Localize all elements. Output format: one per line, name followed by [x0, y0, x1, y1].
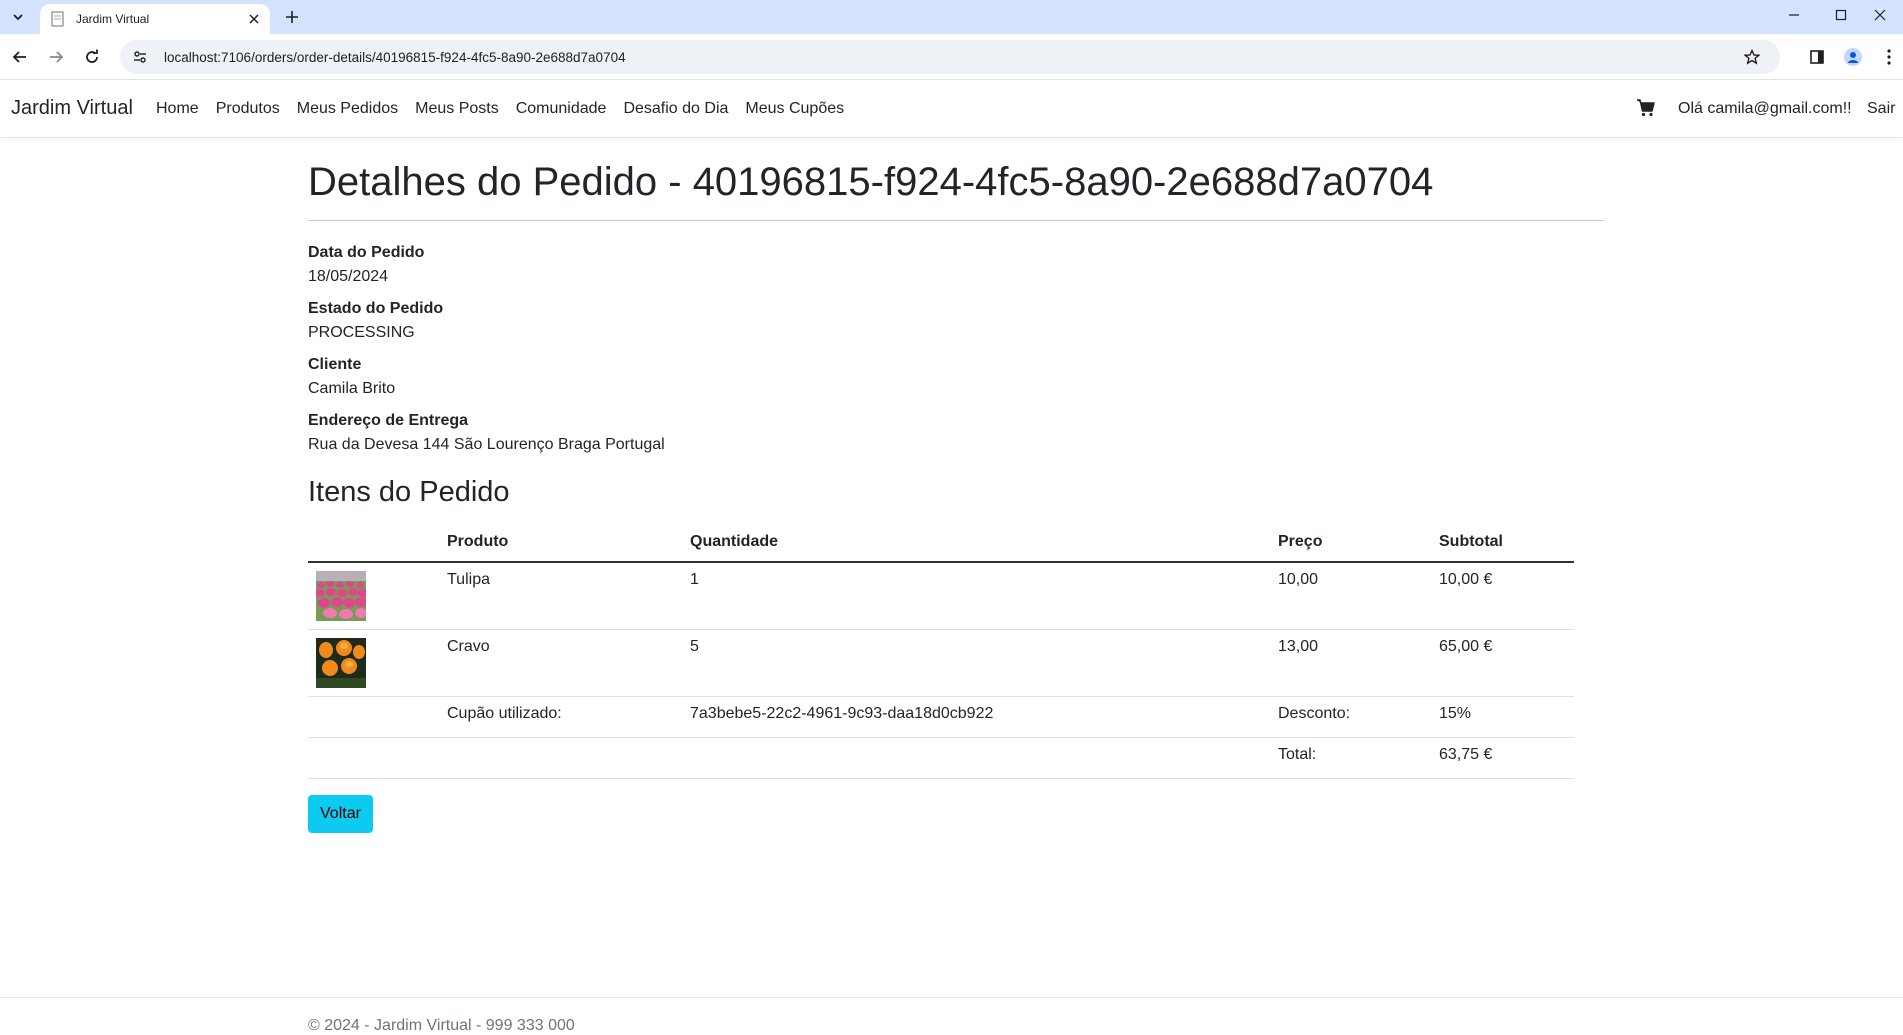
title-divider: [308, 220, 1604, 221]
address-label: Endereço de Entrega: [308, 412, 469, 429]
product-quantity: 5: [682, 629, 1270, 697]
nav-link-home[interactable]: Home: [156, 100, 199, 118]
total-label: Total:: [1270, 737, 1431, 779]
shopping-cart-icon[interactable]: [1636, 98, 1656, 118]
header-image: [308, 521, 439, 563]
header-subtotal: Subtotal: [1431, 521, 1574, 563]
product-subtotal: 10,00 €: [1431, 561, 1574, 630]
nav-link-meus-pedidos[interactable]: Meus Pedidos: [297, 100, 398, 118]
nav-link-produtos[interactable]: Produtos: [216, 100, 280, 118]
page-favicon-icon: [51, 11, 64, 27]
browser-tab[interactable]: Jardim Virtual: [40, 4, 270, 34]
client-block: Cliente Camila Brito: [308, 353, 1604, 401]
order-date-block: Data do Pedido 18/05/2024: [308, 241, 1604, 289]
plus-icon: [286, 11, 298, 23]
arrow-left-icon: [12, 51, 26, 63]
minimize-button[interactable]: [1771, 0, 1817, 30]
profile-button[interactable]: [1839, 43, 1867, 71]
nav-links: Home Produtos Meus Pedidos Meus Posts Co…: [156, 100, 844, 118]
back-nav-button[interactable]: [6, 43, 34, 71]
table-row: Tulipa 1 10,00 10,00 €: [308, 561, 1574, 630]
table-header-row: Produto Quantidade Preço Subtotal: [308, 521, 1574, 563]
order-date-value: 18/05/2024: [308, 268, 389, 285]
tab-close-icon[interactable]: [244, 9, 264, 29]
new-tab-button[interactable]: [280, 5, 304, 29]
profile-avatar-icon: [1844, 48, 1862, 66]
close-window-button[interactable]: [1857, 0, 1903, 30]
maximize-icon: [1835, 9, 1847, 21]
product-price: 13,00: [1270, 629, 1431, 697]
total-row: Total: 63,75 €: [308, 737, 1574, 779]
product-price: 10,00: [1270, 561, 1431, 630]
client-label: Cliente: [308, 356, 362, 373]
url-text[interactable]: localhost:7106/orders/order-details/4019…: [164, 50, 1740, 65]
product-name: Tulipa: [439, 561, 682, 630]
items-heading: Itens do Pedido: [308, 476, 510, 508]
reload-button[interactable]: [78, 43, 106, 71]
total-empty-cell: [682, 737, 1270, 779]
client-value: Camila Brito: [308, 380, 396, 397]
total-empty-cell: [439, 737, 682, 779]
order-status-value: PROCESSING: [308, 324, 415, 341]
bookmark-star-icon[interactable]: [1740, 45, 1764, 69]
user-greeting[interactable]: Olá camila@gmail.com!!: [1678, 100, 1852, 118]
header-quantidade: Quantidade: [682, 521, 1270, 563]
order-status-label: Estado do Pedido: [308, 300, 444, 317]
product-image-cell: [308, 561, 439, 630]
order-items-table: Produto Quantidade Preço Subtotal Tulipa…: [308, 521, 1574, 779]
header-produto: Produto: [439, 521, 682, 563]
chevron-down-icon: [13, 14, 23, 21]
header-preco: Preço: [1270, 521, 1431, 563]
side-panel-button[interactable]: [1803, 43, 1831, 71]
product-subtotal: 65,00 €: [1431, 629, 1574, 697]
address-value: Rua da Devesa 144 São Lourenço Braga Por…: [308, 436, 665, 453]
back-button[interactable]: Voltar: [308, 794, 373, 833]
tulip-product-image: [316, 570, 366, 621]
total-value: 63,75 €: [1431, 737, 1574, 779]
order-details: Data do Pedido 18/05/2024 Estado do Pedi…: [308, 241, 1604, 457]
nav-link-meus-cupoes[interactable]: Meus Cupões: [745, 100, 844, 118]
address-block: Endereço de Entrega Rua da Devesa 144 Sã…: [308, 409, 1604, 457]
nav-link-meus-posts[interactable]: Meus Posts: [415, 100, 499, 118]
reload-icon: [86, 49, 98, 63]
product-image-cell: [308, 629, 439, 697]
discount-value: 15%: [1431, 696, 1574, 738]
side-panel-icon: [1810, 50, 1824, 64]
site-settings-icon[interactable]: [130, 47, 150, 67]
coupon-label: Cupão utilizado:: [439, 696, 682, 738]
close-icon: [1874, 9, 1886, 21]
coupon-code: 7a3bebe5-22c2-4961-9c93-daa18d0cb922: [682, 696, 1270, 738]
minimize-icon: [1789, 14, 1799, 16]
main-content: Detalhes do Pedido - 40196815-f924-4fc5-…: [308, 138, 1604, 833]
site-navbar: Jardim Virtual Home Produtos Meus Pedido…: [0, 80, 1903, 138]
brand-link[interactable]: Jardim Virtual: [11, 97, 133, 120]
nav-link-comunidade[interactable]: Comunidade: [516, 100, 607, 118]
forward-nav-button[interactable]: [42, 43, 70, 71]
nav-link-desafio-do-dia[interactable]: Desafio do Dia: [623, 100, 728, 118]
table-row: Cravo 5 13,00 65,00 €: [308, 629, 1574, 697]
discount-label: Desconto:: [1270, 696, 1431, 738]
coupon-empty-cell: [308, 696, 439, 738]
order-date-label: Data do Pedido: [308, 244, 425, 261]
page-title: Detalhes do Pedido - 40196815-f924-4fc5-…: [308, 160, 1434, 204]
product-name: Cravo: [439, 629, 682, 697]
total-empty-cell: [308, 737, 439, 779]
browser-toolbar: localhost:7106/orders/order-details/4019…: [0, 34, 1903, 80]
footer-text: © 2024 - Jardim Virtual - 999 333 000: [308, 1017, 575, 1034]
coupon-row: Cupão utilizado: 7a3bebe5-22c2-4961-9c93…: [308, 696, 1574, 738]
arrow-right-icon: [50, 51, 64, 63]
tab-search-button[interactable]: [6, 5, 30, 29]
footer-divider: [0, 997, 1903, 998]
product-quantity: 1: [682, 561, 1270, 630]
carnation-product-image: [316, 637, 366, 688]
kebab-menu-icon: [1887, 49, 1891, 65]
browser-tabstrip: Jardim Virtual: [0, 0, 1903, 34]
order-status-block: Estado do Pedido PROCESSING: [308, 297, 1604, 345]
tab-title: Jardim Virtual: [76, 12, 150, 26]
logout-link[interactable]: Sair: [1867, 100, 1895, 118]
address-bar[interactable]: localhost:7106/orders/order-details/4019…: [120, 40, 1780, 74]
browser-menu-button[interactable]: [1875, 43, 1903, 71]
